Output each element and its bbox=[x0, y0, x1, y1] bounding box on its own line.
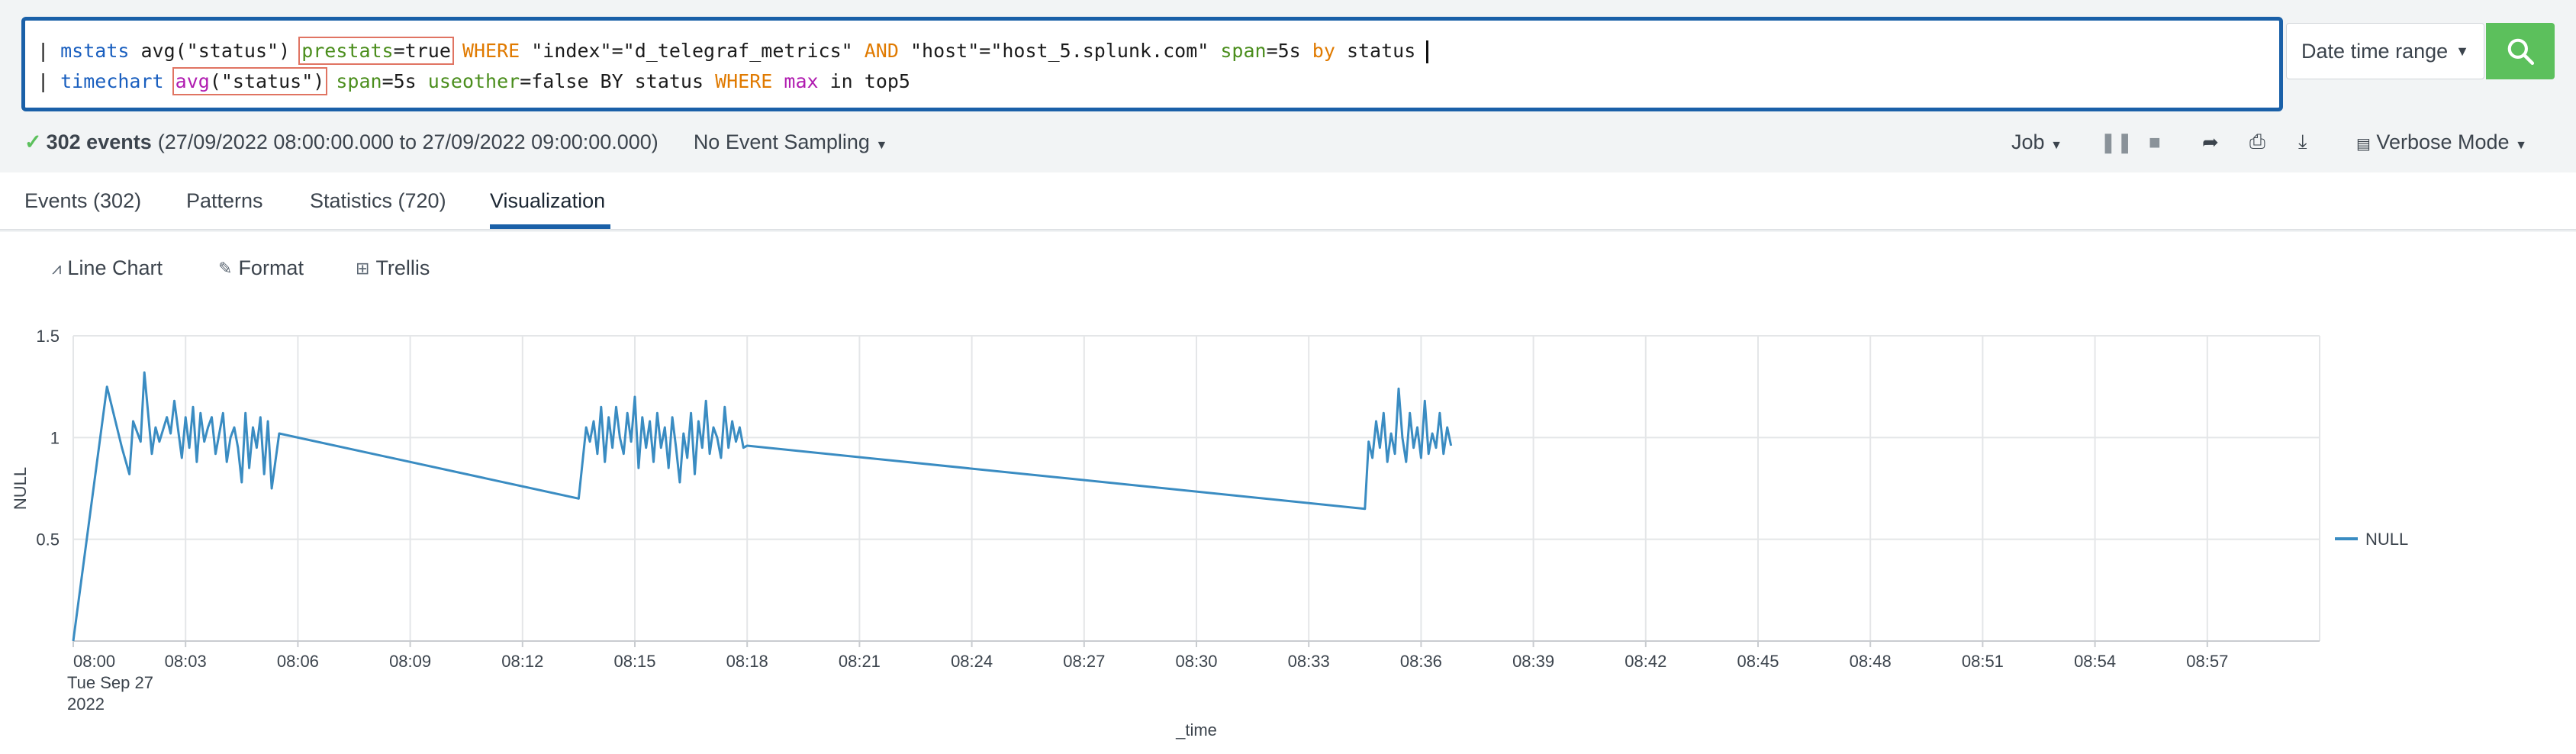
tab-visualization[interactable]: Visualization bbox=[490, 189, 605, 213]
x-tick-label: 08:51 bbox=[1962, 652, 2004, 671]
x-tick-date-line2: 2022 bbox=[67, 694, 105, 714]
x-tick-label: 08:15 bbox=[613, 652, 655, 671]
x-tick-label: 08:18 bbox=[726, 652, 768, 671]
command-timechart: timechart bbox=[60, 70, 164, 92]
search-input[interactable]: | mstats avg("status") prestats=true WHE… bbox=[21, 17, 2283, 111]
caret-down-icon: ▼ bbox=[2050, 138, 2062, 152]
x-tick-label: 08:03 bbox=[165, 652, 207, 671]
search-line-1[interactable]: | mstats avg("status") prestats=true WHE… bbox=[37, 37, 1429, 65]
print-icon[interactable]: ⎙ bbox=[2249, 130, 2265, 154]
y-tick-label: 1 bbox=[50, 428, 60, 447]
x-tick-label: 08:39 bbox=[1512, 652, 1554, 671]
x-tick-label: 08:33 bbox=[1288, 652, 1330, 671]
prestats-value: =true bbox=[393, 40, 451, 62]
x-tick-label: 08:27 bbox=[1063, 652, 1105, 671]
search-line-2[interactable]: | timechart avg("status") span=5s useoth… bbox=[37, 67, 910, 95]
x-tick-label: 08:42 bbox=[1624, 652, 1666, 671]
tab-patterns[interactable]: Patterns bbox=[186, 189, 263, 213]
y-axis-label: NULL bbox=[11, 467, 30, 510]
search-icon bbox=[2507, 38, 2535, 66]
x-tick-label: 08:00 bbox=[73, 652, 115, 671]
mode-label: Verbose Mode bbox=[2376, 130, 2510, 153]
caret-down-icon: ▼ bbox=[875, 138, 888, 152]
index-clause: "index"="d_telegraf_metrics" bbox=[520, 40, 853, 62]
series-line-null bbox=[72, 371, 1453, 642]
y-tick-label: 0.5 bbox=[36, 530, 60, 549]
search-mode-menu[interactable]: ▤ Verbose Mode ▼ bbox=[2356, 130, 2527, 154]
x-tick-label: 08:21 bbox=[839, 652, 881, 671]
event-sampling-dropdown[interactable]: No Event Sampling ▼ bbox=[694, 130, 887, 154]
active-tab-indicator bbox=[490, 224, 610, 229]
by-field: status bbox=[1335, 40, 1416, 62]
tab-statistics[interactable]: Statistics (720) bbox=[310, 189, 446, 213]
useother-value: =false BY status bbox=[520, 70, 704, 92]
mode-icon: ▤ bbox=[2356, 135, 2371, 153]
job-status-bar: ✓ 302 events (27/09/2022 08:00:00.000 to… bbox=[0, 114, 2576, 169]
y-tick-label: 1.5 bbox=[36, 327, 60, 346]
events-time-range: (27/09/2022 08:00:00.000 to 27/09/2022 0… bbox=[157, 130, 658, 153]
events-count: 302 events bbox=[46, 130, 152, 153]
tail-clause: in top5 bbox=[818, 70, 910, 92]
job-label: Job bbox=[2011, 130, 2045, 153]
useother-key: useother bbox=[416, 70, 520, 92]
stop-icon[interactable]: ■ bbox=[2149, 130, 2161, 154]
sampling-label: No Event Sampling bbox=[693, 130, 870, 153]
caret-down-icon: ▼ bbox=[2455, 43, 2469, 59]
pipe: | bbox=[37, 40, 61, 62]
x-tick-label: 08:36 bbox=[1400, 652, 1442, 671]
date-time-range-picker[interactable]: Date time range ▼ bbox=[2286, 23, 2484, 79]
line-chart: 0.5 1 1.5 08:00 08:03 08:06 08:09 08:12 08:15 08:… bbox=[11, 327, 2408, 740]
keyword-where: WHERE bbox=[450, 40, 520, 62]
x-tick-label: 08:24 bbox=[951, 652, 993, 671]
caret-down-icon: ▼ bbox=[2515, 138, 2527, 152]
pipe: | bbox=[37, 70, 61, 92]
span-key: span bbox=[324, 70, 382, 92]
avg-func: avg bbox=[175, 70, 210, 92]
job-menu[interactable]: Job ▼ bbox=[2011, 130, 2062, 154]
x-tick-label: 08:45 bbox=[1737, 652, 1779, 671]
x-tick-label: 08:06 bbox=[277, 652, 319, 671]
command-mstats: mstats bbox=[60, 40, 130, 62]
x-tick-label: 08:12 bbox=[501, 652, 543, 671]
visualization-panel: ⩘ Line Chart ✎ Format ⊞ Trellis 0.5 1 1.5 08:0… bbox=[0, 232, 2576, 754]
avg-highlight: avg("status") bbox=[172, 67, 328, 95]
x-tick-label: 08:48 bbox=[1850, 652, 1892, 671]
keyword-and: AND bbox=[852, 40, 899, 62]
span-value: =5s bbox=[382, 70, 417, 92]
prestats-key: prestats bbox=[301, 40, 394, 62]
avg-arg: ("status") bbox=[209, 70, 325, 92]
export-icon[interactable]: ⤓ bbox=[2298, 130, 2307, 154]
check-icon: ✓ bbox=[24, 130, 42, 153]
share-icon[interactable]: ➦ bbox=[2202, 130, 2219, 154]
search-button[interactable] bbox=[2486, 23, 2555, 79]
host-clause: "host"="host_5.splunk.com" bbox=[898, 40, 1209, 62]
func-avg: avg("status") bbox=[129, 40, 302, 62]
prestats-highlight: prestats=true bbox=[298, 37, 454, 65]
tab-events[interactable]: Events (302) bbox=[24, 189, 141, 213]
span-value: =5s bbox=[1266, 40, 1301, 62]
x-tick-date-line1: Tue Sep 27 bbox=[67, 673, 153, 692]
span-key: span bbox=[1209, 40, 1267, 62]
date-range-label: Date time range bbox=[2301, 39, 2449, 63]
x-tick-label: 08:09 bbox=[389, 652, 431, 671]
x-tick-label: 08:30 bbox=[1175, 652, 1217, 671]
results-tabs: Events (302) Patterns Statistics (720) V… bbox=[0, 172, 2576, 230]
x-axis-label: _time bbox=[1175, 720, 1217, 740]
pause-icon[interactable]: ❚❚ bbox=[2100, 130, 2133, 154]
x-tick-label: 08:57 bbox=[2186, 652, 2228, 671]
legend-label: NULL bbox=[2365, 530, 2408, 549]
keyword-max: max bbox=[772, 70, 819, 92]
keyword-by: by bbox=[1300, 40, 1335, 62]
keyword-where: WHERE bbox=[704, 70, 773, 92]
text-caret bbox=[1426, 40, 1429, 63]
x-tick-label: 08:54 bbox=[2074, 652, 2116, 671]
